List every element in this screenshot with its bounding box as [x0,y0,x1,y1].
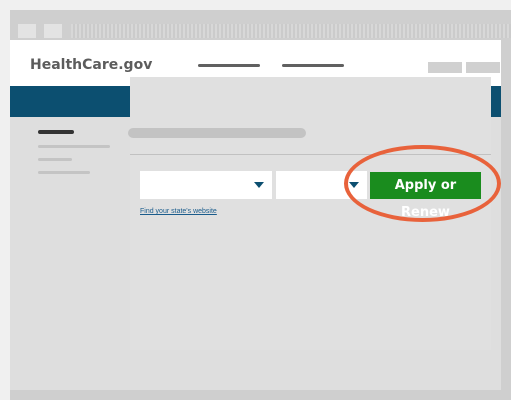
page-title-placeholder [128,128,306,138]
find-state-website-link[interactable]: Find your state's website [140,208,217,215]
divider [130,154,491,155]
sidebar-item-active[interactable] [38,130,74,134]
browser-forward-button[interactable] [44,24,62,38]
header-button-placeholder[interactable] [466,62,500,73]
state-select[interactable] [140,171,272,199]
site-logo[interactable]: HealthCare.gov [30,57,152,73]
browser-back-button[interactable] [18,24,36,38]
chevron-down-icon [254,182,264,188]
chevron-down-icon [349,182,359,188]
browser-address-bar[interactable] [71,24,511,38]
nav-link-placeholder[interactable] [198,64,260,67]
sidebar-item[interactable] [38,158,72,161]
nav-link-placeholder[interactable] [282,64,344,67]
year-select[interactable] [276,171,367,199]
sidebar-item[interactable] [38,171,90,174]
sidebar-item[interactable] [38,145,110,148]
header-button-placeholder[interactable] [428,62,462,73]
apply-or-renew-button[interactable]: Apply or Renew [370,172,481,220]
